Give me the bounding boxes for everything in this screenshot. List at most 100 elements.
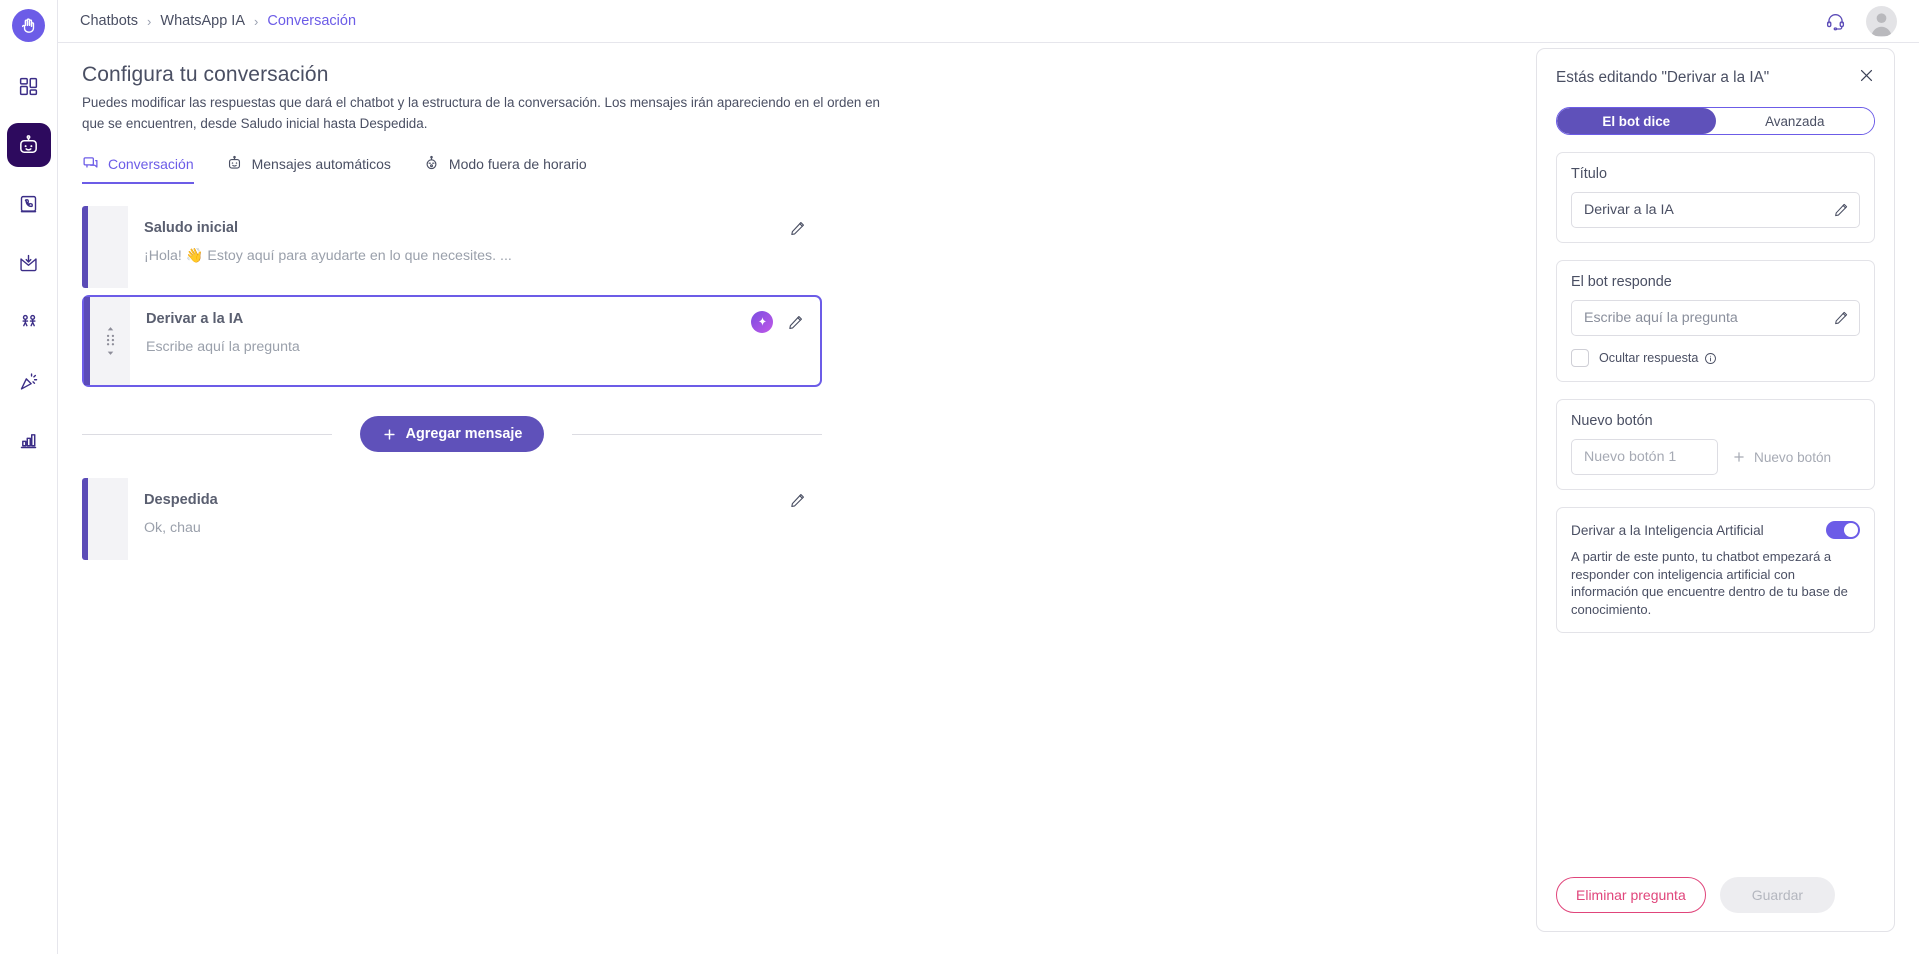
ocultar-respuesta-checkbox[interactable] xyxy=(1571,349,1589,367)
sidebar-item-chatbots[interactable] xyxy=(6,123,51,167)
pencil-edit-icon[interactable] xyxy=(787,314,804,331)
add-nuevo-boton-label: Nuevo botón xyxy=(1754,449,1832,465)
plus-icon xyxy=(1734,452,1744,462)
add-nuevo-boton-button[interactable]: Nuevo botón xyxy=(1732,450,1831,465)
sidebar-item-reports[interactable] xyxy=(7,418,51,462)
drag-handle-icon[interactable] xyxy=(104,326,117,356)
tab-mensajes-automaticos[interactable]: Mensajes automáticos xyxy=(226,155,391,184)
headset-support-icon[interactable] xyxy=(1825,11,1846,32)
message-card-despedida[interactable]: Despedida Ok, chau xyxy=(82,478,822,560)
card-body: Saludo inicial ¡Hola! 👋 Estoy aquí para … xyxy=(128,206,822,288)
nuevo-boton-input[interactable]: Nuevo botón 1 xyxy=(1571,439,1718,475)
add-message-label: Agregar mensaje xyxy=(405,426,523,442)
left-nav-rail xyxy=(0,0,58,954)
card-actions xyxy=(789,220,806,237)
nuevo-boton-section: Nuevo botón Nuevo botón 1 Nuevo botón xyxy=(1556,399,1875,490)
eliminar-pregunta-button[interactable]: Eliminar pregunta xyxy=(1556,877,1706,913)
breadcrumb-separator: › xyxy=(147,13,152,29)
tab-avanzada[interactable]: Avanzada xyxy=(1715,108,1874,134)
divider-line-right xyxy=(572,433,822,435)
card-gutter xyxy=(88,478,128,560)
tab-bar: Conversación Mensajes automáticos Modo f… xyxy=(82,155,1512,184)
conversation-content: Configura tu conversación Puedes modific… xyxy=(58,43,1536,954)
body-area: Configura tu conversación Puedes modific… xyxy=(58,43,1919,954)
titulo-section: Título Derivar a la IA xyxy=(1556,152,1875,243)
info-circle-icon[interactable] xyxy=(1704,352,1717,365)
message-title: Saludo inicial xyxy=(144,220,239,236)
titulo-field[interactable]: Derivar a la IA xyxy=(1571,192,1860,228)
tab-label: Mensajes automáticos xyxy=(251,155,391,172)
add-message-row: Agregar mensaje xyxy=(82,416,822,452)
breadcrumb-separator: › xyxy=(254,13,259,29)
nuevo-boton-row: Nuevo botón 1 Nuevo botón xyxy=(1571,439,1860,475)
bot-responde-section: El bot responde Escribe aquí la pregunta… xyxy=(1556,260,1875,382)
guardar-button: Guardar xyxy=(1719,877,1836,913)
inbox-download-icon xyxy=(20,254,37,271)
edit-question-panel: Estás editando "Derivar a la IA" El bot … xyxy=(1536,48,1895,932)
top-bar-actions xyxy=(1825,5,1897,37)
users-group-icon xyxy=(21,314,36,327)
derivar-ia-label: Derivar a la Inteligencia Artificial xyxy=(1571,522,1764,538)
panel-segmented-control: El bot dice Avanzada xyxy=(1556,107,1875,135)
user-avatar-icon xyxy=(1871,12,1892,36)
app-logo[interactable] xyxy=(12,9,45,42)
toggle-knob xyxy=(1844,523,1858,537)
message-card-list: Saludo inicial ¡Hola! 👋 Estoy aquí para … xyxy=(82,206,822,387)
add-message-button[interactable]: Agregar mensaje xyxy=(359,416,545,452)
avatar[interactable] xyxy=(1866,5,1897,37)
message-preview: ¡Hola! 👋 Estoy aquí para ayudarte en lo … xyxy=(144,248,512,264)
tab-label: Modo fuera de horario xyxy=(448,155,587,172)
pencil-edit-icon[interactable] xyxy=(789,220,806,237)
card-body: Derivar a la IA Escribe aquí la pregunta xyxy=(130,297,820,385)
breadcrumb-item-conversacion: Conversación xyxy=(267,13,357,29)
derivar-ia-toggle[interactable] xyxy=(1826,521,1860,539)
derivar-ia-header: Derivar a la Inteligencia Artificial xyxy=(1571,521,1860,539)
phone-book-icon xyxy=(20,195,37,212)
derivar-ia-section: Derivar a la Inteligencia Artificial A p… xyxy=(1556,507,1875,633)
sidebar-item-inbox[interactable] xyxy=(7,241,51,285)
robot-face-icon xyxy=(226,155,243,172)
divider-line-left xyxy=(82,433,332,435)
ocultar-respuesta-row: Ocultar respuesta xyxy=(1571,349,1860,367)
breadcrumb-item-chatbots[interactable]: Chatbots xyxy=(80,13,138,29)
panel-title: Estás editando "Derivar a la IA" xyxy=(1556,68,1770,86)
pencil-edit-icon[interactable] xyxy=(789,492,806,509)
breadcrumb: Chatbots › WhatsApp IA › Conversación xyxy=(80,13,356,29)
sidebar-item-campaigns[interactable] xyxy=(7,359,51,403)
hand-palm-icon xyxy=(21,18,35,33)
card-actions xyxy=(789,492,806,509)
ai-sparkle-icon[interactable] xyxy=(751,311,773,333)
message-card-saludo-inicial[interactable]: Saludo inicial ¡Hola! 👋 Estoy aquí para … xyxy=(82,206,822,288)
pencil-edit-icon[interactable] xyxy=(1833,202,1849,218)
bot-responde-placeholder: Escribe aquí la pregunta xyxy=(1584,310,1738,326)
tab-conversacion[interactable]: Conversación xyxy=(82,155,194,184)
breadcrumb-item-whatsapp-ia[interactable]: WhatsApp IA xyxy=(160,13,245,29)
close-x-icon[interactable] xyxy=(1858,67,1875,88)
tab-modo-fuera-de-horario[interactable]: Modo fuera de horario xyxy=(423,155,587,184)
tab-label: Conversación xyxy=(108,155,194,172)
app-root: Chatbots › WhatsApp IA › Conversación Co… xyxy=(0,0,1919,954)
sidebar-item-dashboard[interactable] xyxy=(7,64,51,108)
panel-footer: Eliminar pregunta Guardar xyxy=(1556,877,1875,931)
panel-header: Estás editando "Derivar a la IA" xyxy=(1556,67,1875,88)
nuevo-boton-label: Nuevo botón xyxy=(1571,413,1653,429)
chat-bubbles-icon xyxy=(82,155,99,172)
sidebar-item-teams[interactable] xyxy=(7,300,51,344)
bot-responde-field[interactable]: Escribe aquí la pregunta xyxy=(1571,300,1860,336)
derivar-ia-description: A partir de este punto, tu chatbot empez… xyxy=(1571,549,1848,617)
sidebar-item-contacts[interactable] xyxy=(7,182,51,226)
message-preview: Ok, chau xyxy=(144,520,201,536)
farewell-card-list: Despedida Ok, chau xyxy=(82,478,822,560)
pencil-edit-icon[interactable] xyxy=(1833,310,1849,326)
page-title: Configura tu conversación xyxy=(82,63,329,86)
message-title: Derivar a la IA xyxy=(146,311,244,327)
message-card-derivar-a-la-ia[interactable]: Derivar a la IA Escribe aquí la pregunta xyxy=(82,295,822,387)
card-actions xyxy=(751,311,804,333)
ocultar-respuesta-text: Ocultar respuesta xyxy=(1599,351,1699,365)
titulo-label: Título xyxy=(1571,166,1607,182)
titulo-value: Derivar a la IA xyxy=(1584,202,1674,218)
tab-el-bot-dice[interactable]: El bot dice xyxy=(1557,108,1716,134)
top-bar: Chatbots › WhatsApp IA › Conversación xyxy=(58,0,1919,43)
message-preview: Escribe aquí la pregunta xyxy=(146,339,300,355)
message-title: Despedida xyxy=(144,492,218,508)
